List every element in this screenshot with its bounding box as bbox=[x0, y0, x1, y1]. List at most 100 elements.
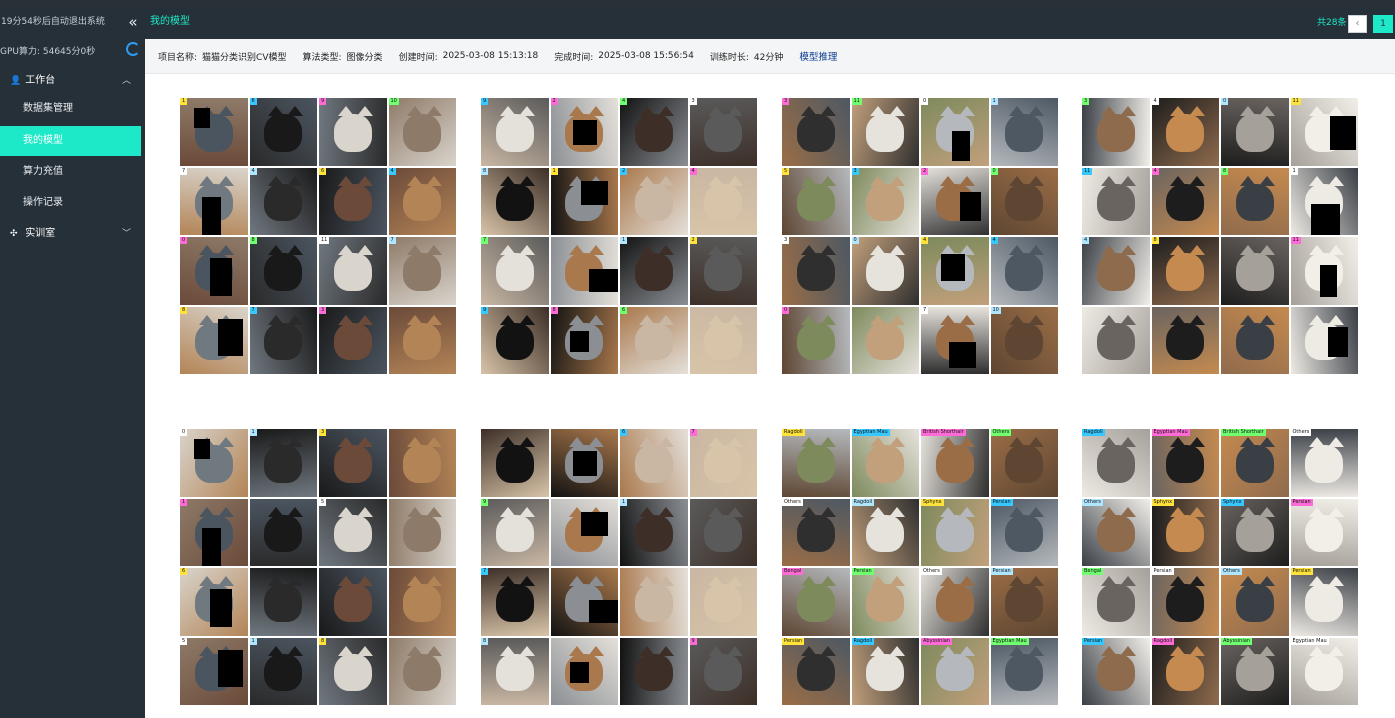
class-label: 5 bbox=[782, 167, 790, 175]
cat-ear bbox=[268, 437, 285, 448]
finished-value: 2025-03-08 15:56:54 bbox=[598, 51, 694, 61]
cat-ear bbox=[268, 314, 285, 325]
sample-image: Persian bbox=[851, 568, 919, 636]
cat-ear bbox=[1100, 245, 1117, 256]
sample-image: British Shorthair bbox=[1221, 429, 1289, 497]
cat-ear bbox=[287, 106, 304, 117]
sample-image: 4 bbox=[620, 98, 688, 166]
cat-ear bbox=[638, 645, 655, 656]
cat-ear bbox=[1239, 106, 1256, 117]
cat-ear bbox=[217, 245, 234, 256]
cat-ear bbox=[1258, 437, 1275, 448]
cat-shape bbox=[1096, 584, 1135, 622]
sample-image bbox=[1221, 237, 1289, 305]
cat-ear bbox=[1028, 645, 1045, 656]
refresh-icon[interactable] bbox=[126, 42, 140, 56]
class-label: 11 bbox=[1290, 98, 1301, 105]
cat-ear bbox=[198, 576, 215, 587]
class-label: 10 bbox=[990, 306, 1001, 314]
sample-image: 2 bbox=[620, 167, 688, 235]
cat-ear bbox=[1100, 175, 1117, 186]
sample-image: 0 bbox=[921, 98, 989, 166]
cat-shape bbox=[866, 584, 905, 622]
cat-shape bbox=[704, 445, 743, 483]
sidebar-group-label: 实训室 bbox=[25, 228, 56, 239]
sample-image: Persian bbox=[1151, 568, 1219, 636]
cat-ear bbox=[958, 437, 975, 448]
class-label: Sphynx bbox=[921, 498, 944, 506]
sample-image bbox=[1290, 306, 1358, 374]
cat-ear bbox=[727, 106, 744, 117]
cat-shape bbox=[1005, 584, 1044, 622]
sample-image: 0 bbox=[180, 429, 248, 497]
cat-ear bbox=[268, 106, 285, 117]
cat-ear bbox=[518, 645, 535, 656]
sample-image: 1 bbox=[620, 498, 688, 566]
cat-ear bbox=[657, 506, 674, 517]
cat-shape bbox=[796, 584, 835, 622]
cat-shape bbox=[264, 253, 303, 291]
page-1-button[interactable]: 1 bbox=[1373, 15, 1393, 33]
sample-image: 1 bbox=[990, 98, 1058, 166]
cat-ear bbox=[217, 506, 234, 517]
sample-image: 6 bbox=[620, 429, 688, 497]
class-label: 3 bbox=[319, 306, 327, 314]
cat-ear bbox=[407, 645, 424, 656]
sample-image: Abyssinian bbox=[1221, 637, 1289, 705]
sample-image: 2 bbox=[689, 237, 757, 305]
cat-ear bbox=[588, 314, 605, 325]
cat-ear bbox=[939, 506, 956, 517]
cat-ear bbox=[708, 106, 725, 117]
collapse-sidebar-icon[interactable]: « bbox=[125, 14, 141, 30]
cat-shape bbox=[403, 114, 442, 152]
sample-image bbox=[481, 429, 549, 497]
sample-image: Ragdoll bbox=[782, 429, 850, 497]
cat-shape bbox=[1235, 183, 1274, 222]
sidebar-group-workbench[interactable]: 👤 工作台 ︿ bbox=[0, 69, 145, 93]
sample-image: Persian bbox=[782, 637, 850, 705]
algo-value: 图像分类 bbox=[346, 52, 383, 63]
cat-ear bbox=[958, 506, 975, 517]
cat-ear bbox=[657, 245, 674, 256]
sample-image: 4 bbox=[1151, 167, 1219, 235]
class-label: Persian bbox=[1151, 568, 1174, 575]
class-label: 9 bbox=[481, 306, 489, 314]
cat-ear bbox=[356, 314, 373, 325]
cat-ear bbox=[1258, 245, 1275, 256]
class-label: Persian bbox=[851, 568, 874, 575]
cat-shape bbox=[634, 322, 673, 361]
model-inference-link[interactable]: 模型推理 bbox=[799, 49, 837, 63]
class-label: 2 bbox=[620, 167, 628, 175]
cat-ear bbox=[638, 175, 655, 186]
cat-ear bbox=[939, 576, 956, 587]
sidebar-item-my-models[interactable]: 我的模型 bbox=[0, 126, 141, 156]
prev-page-button[interactable]: ‹ bbox=[1348, 15, 1367, 33]
training-batch-grid: 3 4 0 11 11 4 8 1 4 8 11 bbox=[1082, 98, 1358, 374]
class-label: 1 bbox=[180, 498, 188, 506]
sidebar-item-operation-log[interactable]: 操作记录 bbox=[0, 188, 141, 218]
cat-shape bbox=[1096, 253, 1135, 291]
cat-ear bbox=[1009, 576, 1026, 587]
sidebar-group-training-room[interactable]: ✣ 实训室 ﹀ bbox=[0, 222, 145, 246]
cat-shape bbox=[264, 584, 303, 622]
cat-ear bbox=[708, 437, 725, 448]
sidebar-item-compute-recharge[interactable]: 算力充值 bbox=[0, 157, 141, 187]
sidebar-item-dataset-management[interactable]: 数据集管理 bbox=[0, 94, 141, 124]
cat-shape bbox=[796, 653, 835, 692]
cat-ear bbox=[1189, 175, 1206, 186]
cat-ear bbox=[1170, 245, 1187, 256]
class-label: Persian bbox=[782, 637, 805, 645]
sample-image: 4 bbox=[388, 167, 456, 235]
random-erase-mask bbox=[1327, 326, 1348, 358]
cat-ear bbox=[337, 106, 354, 117]
cat-ear bbox=[1189, 245, 1206, 256]
cat-ear bbox=[800, 437, 817, 448]
sample-image: 4 bbox=[1082, 237, 1150, 305]
cat-ear bbox=[939, 314, 956, 325]
cat-shape bbox=[1096, 114, 1135, 152]
class-label: 6 bbox=[319, 167, 327, 175]
cat-ear bbox=[1119, 437, 1136, 448]
cat-shape bbox=[634, 253, 673, 291]
duration-label: 训练时长: bbox=[709, 52, 749, 63]
class-label: 2 bbox=[689, 237, 697, 244]
